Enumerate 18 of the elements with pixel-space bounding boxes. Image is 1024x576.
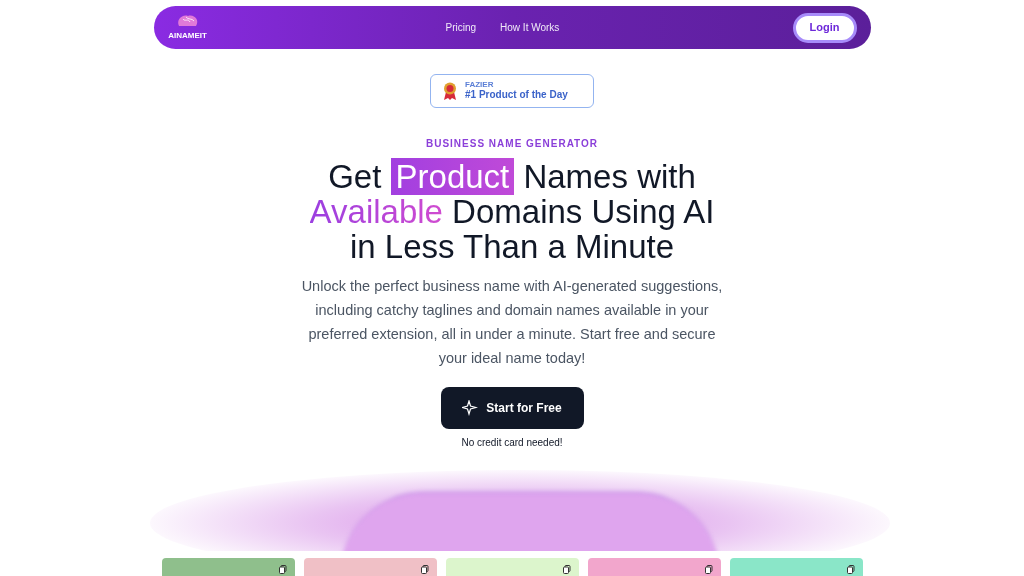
start-free-button[interactable]: Start for Free — [440, 386, 584, 429]
eyebrow-label: BUSINESS NAME GENERATOR — [425, 136, 599, 151]
nav-link[interactable]: How It Works — [500, 20, 560, 36]
login-button[interactable]: Login — [792, 12, 857, 43]
description: Unlock the perfect business name with AI-generated suggestions, including catchy taglines and domain names available in your preferred extension, all in under a minute. Start free and secure your ideal name today! — [300, 276, 724, 368]
badge-title: #1 Product of the Day — [465, 89, 568, 102]
logo-text: AINAMEIT — [168, 29, 207, 42]
headline: Get Product Names with Available Domains Using AI in Less Than a Minute — [308, 158, 716, 264]
copy-icon[interactable] — [562, 565, 571, 574]
sparkle-icon — [462, 399, 479, 416]
copy-icon[interactable] — [278, 565, 287, 574]
no-card-note: No credit card needed! — [461, 436, 563, 450]
copy-icon[interactable] — [846, 565, 855, 574]
copy-icon[interactable] — [704, 565, 713, 574]
award-ribbon-icon — [443, 82, 457, 100]
nav-link[interactable]: Pricing — [445, 20, 477, 36]
badge-source: FAZIER — [465, 80, 495, 90]
copy-icon[interactable] — [420, 565, 429, 574]
